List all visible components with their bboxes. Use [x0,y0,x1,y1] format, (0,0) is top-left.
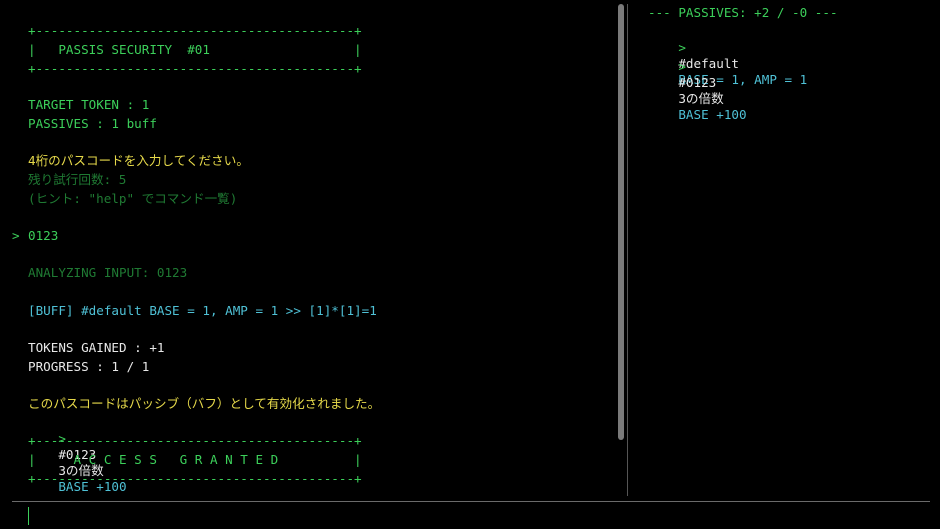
command-input[interactable] [32,506,912,524]
banner-bottom-border: +---------------------------------------… [28,61,362,76]
text-cursor [28,507,29,525]
terminal-output: +---------------------------------------… [0,0,614,498]
access-granted: | A C C E S S G R A N T E D | [28,452,362,467]
input-separator [12,501,930,502]
passives-panel: --- PASSIVES: +2 / -0 --- > #default BAS… [632,0,932,498]
analyzing-input: ANALYZING INPUT: 0123 [28,265,188,280]
passives-header: --- PASSIVES: +2 / -0 --- [648,5,838,20]
help-hint: (ヒント: "help" でコマンド一覧) [28,191,238,206]
output-scrollbar[interactable] [618,4,624,440]
passives-count: PASSIVES : 1 buff [28,116,157,131]
command-input-bar[interactable] [12,503,930,527]
buff-line: [BUFF] #default BASE = 1, AMP = 1 >> [1]… [28,303,377,318]
progress: PROGRESS : 1 / 1 [28,359,150,374]
passive-arrow: > [678,59,686,74]
passive-desc: 3の倍数 [678,91,724,106]
passive-effect: BASE +100 [678,107,747,122]
input-prompt-symbol: > [12,228,20,243]
pane-divider[interactable] [627,4,628,496]
input-echo: 0123 [28,228,59,243]
remaining-tries: 残り試行回数: 5 [28,172,127,187]
tokens-gained: TOKENS GAINED : +1 [28,340,165,355]
banner-title: | PASSIS SECURITY #01 | [28,42,362,57]
access-bottom-border: +---------------------------------------… [28,471,362,486]
activated-message: このパスコードはパッシブ（バフ）として有効化されました。 [28,396,381,411]
passcode-prompt-message: 4桁のパスコードを入力してください。 [28,153,249,168]
access-top-border: +---------------------------------------… [28,433,362,448]
target-token: TARGET TOKEN : 1 [28,97,150,112]
passive-item-0123: > #0123 3の倍数 BASE +100 [648,43,747,139]
passive-id: #0123 [678,75,717,90]
banner-top-border: +---------------------------------------… [28,23,362,38]
